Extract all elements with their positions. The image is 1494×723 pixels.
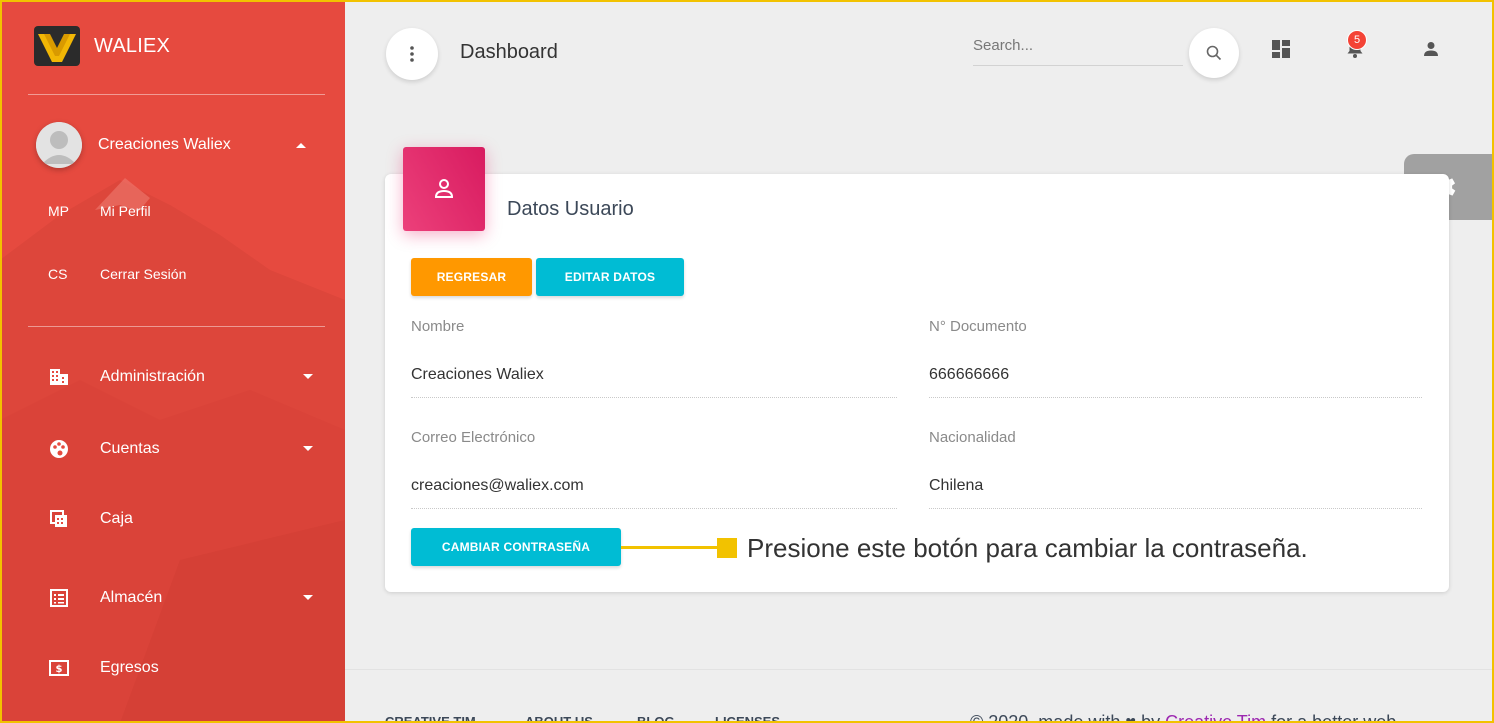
- email-underline: [411, 508, 897, 509]
- footer-divider: [345, 669, 1494, 670]
- sidebar-mountain-background: [0, 178, 345, 723]
- palette-icon: [48, 438, 70, 460]
- email-label: Correo Electrónico: [411, 429, 536, 446]
- annotation-marker: [717, 538, 737, 558]
- user-account-button[interactable]: [1418, 36, 1444, 62]
- document-label: N° Documento: [929, 318, 1027, 335]
- sidebar-item-label: Egresos: [100, 659, 159, 676]
- footer-link-blog[interactable]: BLOG: [637, 714, 675, 723]
- chevron-down-icon: [303, 595, 313, 600]
- search-button[interactable]: [1189, 28, 1239, 78]
- avatar: [36, 122, 82, 168]
- footer-link-about-us[interactable]: ABOUT US: [525, 714, 593, 723]
- chevron-down-icon: [303, 374, 313, 379]
- search-input[interactable]: [973, 32, 1183, 66]
- waliex-logo-icon: [34, 26, 80, 66]
- sidebar-item-egresos[interactable]: $ Egresos: [48, 657, 313, 679]
- card-title: Datos Usuario: [507, 198, 634, 220]
- brand-logo[interactable]: WALIEX: [34, 26, 170, 66]
- copyright-prefix: © 2020, made with: [970, 712, 1121, 723]
- sidebar-item-label: Administración: [100, 368, 205, 385]
- sidebar-user[interactable]: Creaciones Waliex: [36, 122, 231, 168]
- nationality-underline: [929, 508, 1422, 509]
- footer-copyright: © 2020, made with ♥ by Creative Tim for …: [970, 712, 1401, 723]
- menu-toggle-button[interactable]: [386, 28, 438, 80]
- page-title: Dashboard: [460, 41, 558, 63]
- footer-link-licenses[interactable]: LICENSES: [715, 714, 780, 723]
- sidebar-item-administracion[interactable]: Administración: [48, 366, 313, 388]
- copyright-brand-link[interactable]: Creative Tim: [1165, 712, 1266, 723]
- name-label: Nombre: [411, 318, 465, 335]
- chevron-up-icon[interactable]: [296, 143, 306, 148]
- sidebar-item-abbr: MP: [48, 203, 69, 219]
- brand-name: WALIEX: [94, 34, 171, 57]
- sidebar: WALIEX Creaciones Waliex MP Mi Perfil CS…: [0, 0, 345, 723]
- back-button[interactable]: REGRESAR: [411, 258, 532, 296]
- chevron-down-icon: [303, 446, 313, 451]
- heart-icon: ♥: [1125, 712, 1137, 723]
- name-underline: [411, 397, 897, 398]
- person-outline-icon: [434, 179, 454, 198]
- svg-text:$: $: [56, 664, 63, 675]
- cash-register-icon: [48, 508, 70, 530]
- sidebar-user-name: Creaciones Waliex: [98, 136, 231, 153]
- card-header-icon: [403, 147, 485, 231]
- sidebar-item-label: Almacén: [100, 589, 163, 606]
- annotation-line: [621, 546, 717, 549]
- money-icon: $: [48, 657, 70, 679]
- sidebar-item-label: Caja: [100, 510, 133, 527]
- sidebar-item-almacen[interactable]: Almacén: [48, 587, 313, 609]
- dashboard-icon[interactable]: [1268, 36, 1294, 62]
- change-password-button[interactable]: CAMBIAR CONTRASEÑA: [411, 528, 621, 566]
- footer-link-creative-tim[interactable]: CREATIVE TIM: [385, 714, 476, 723]
- sidebar-item-abbr: CS: [48, 266, 68, 282]
- list-box-icon: [48, 587, 70, 609]
- sidebar-item-cuentas[interactable]: Cuentas: [48, 438, 313, 460]
- sidebar-item-caja[interactable]: Caja: [48, 508, 313, 530]
- menu-dots-icon: [410, 46, 414, 62]
- sidebar-item-label: Cerrar Sesión: [100, 266, 187, 282]
- document-underline: [929, 397, 1422, 398]
- sidebar-divider: [28, 326, 325, 327]
- sidebar-item-label: Mi Perfil: [100, 203, 151, 219]
- copyright-suffix: for a better web.: [1271, 712, 1402, 723]
- sidebar-divider: [28, 94, 325, 95]
- nationality-field[interactable]: Chilena: [929, 477, 983, 495]
- avatar-icon: [36, 122, 82, 168]
- search-icon: [1206, 45, 1222, 61]
- person-icon: [1424, 42, 1438, 56]
- document-field[interactable]: 666666666: [929, 366, 1009, 384]
- building-icon: [48, 366, 70, 388]
- copyright-by: by: [1141, 712, 1161, 723]
- name-field[interactable]: Creaciones Waliex: [411, 366, 544, 384]
- sidebar-item-mi-perfil[interactable]: MP Mi Perfil: [48, 203, 151, 219]
- nationality-label: Nacionalidad: [929, 429, 1016, 446]
- edit-data-button[interactable]: EDITAR DATOS: [536, 258, 684, 296]
- sidebar-item-cerrar-sesion[interactable]: CS Cerrar Sesión: [48, 266, 186, 282]
- annotation-text: Presione este botón para cambiar la cont…: [747, 533, 1308, 563]
- sidebar-item-label: Cuentas: [100, 440, 160, 457]
- email-field[interactable]: creaciones@waliex.com: [411, 477, 584, 495]
- notification-count-badge: 5: [1347, 30, 1367, 50]
